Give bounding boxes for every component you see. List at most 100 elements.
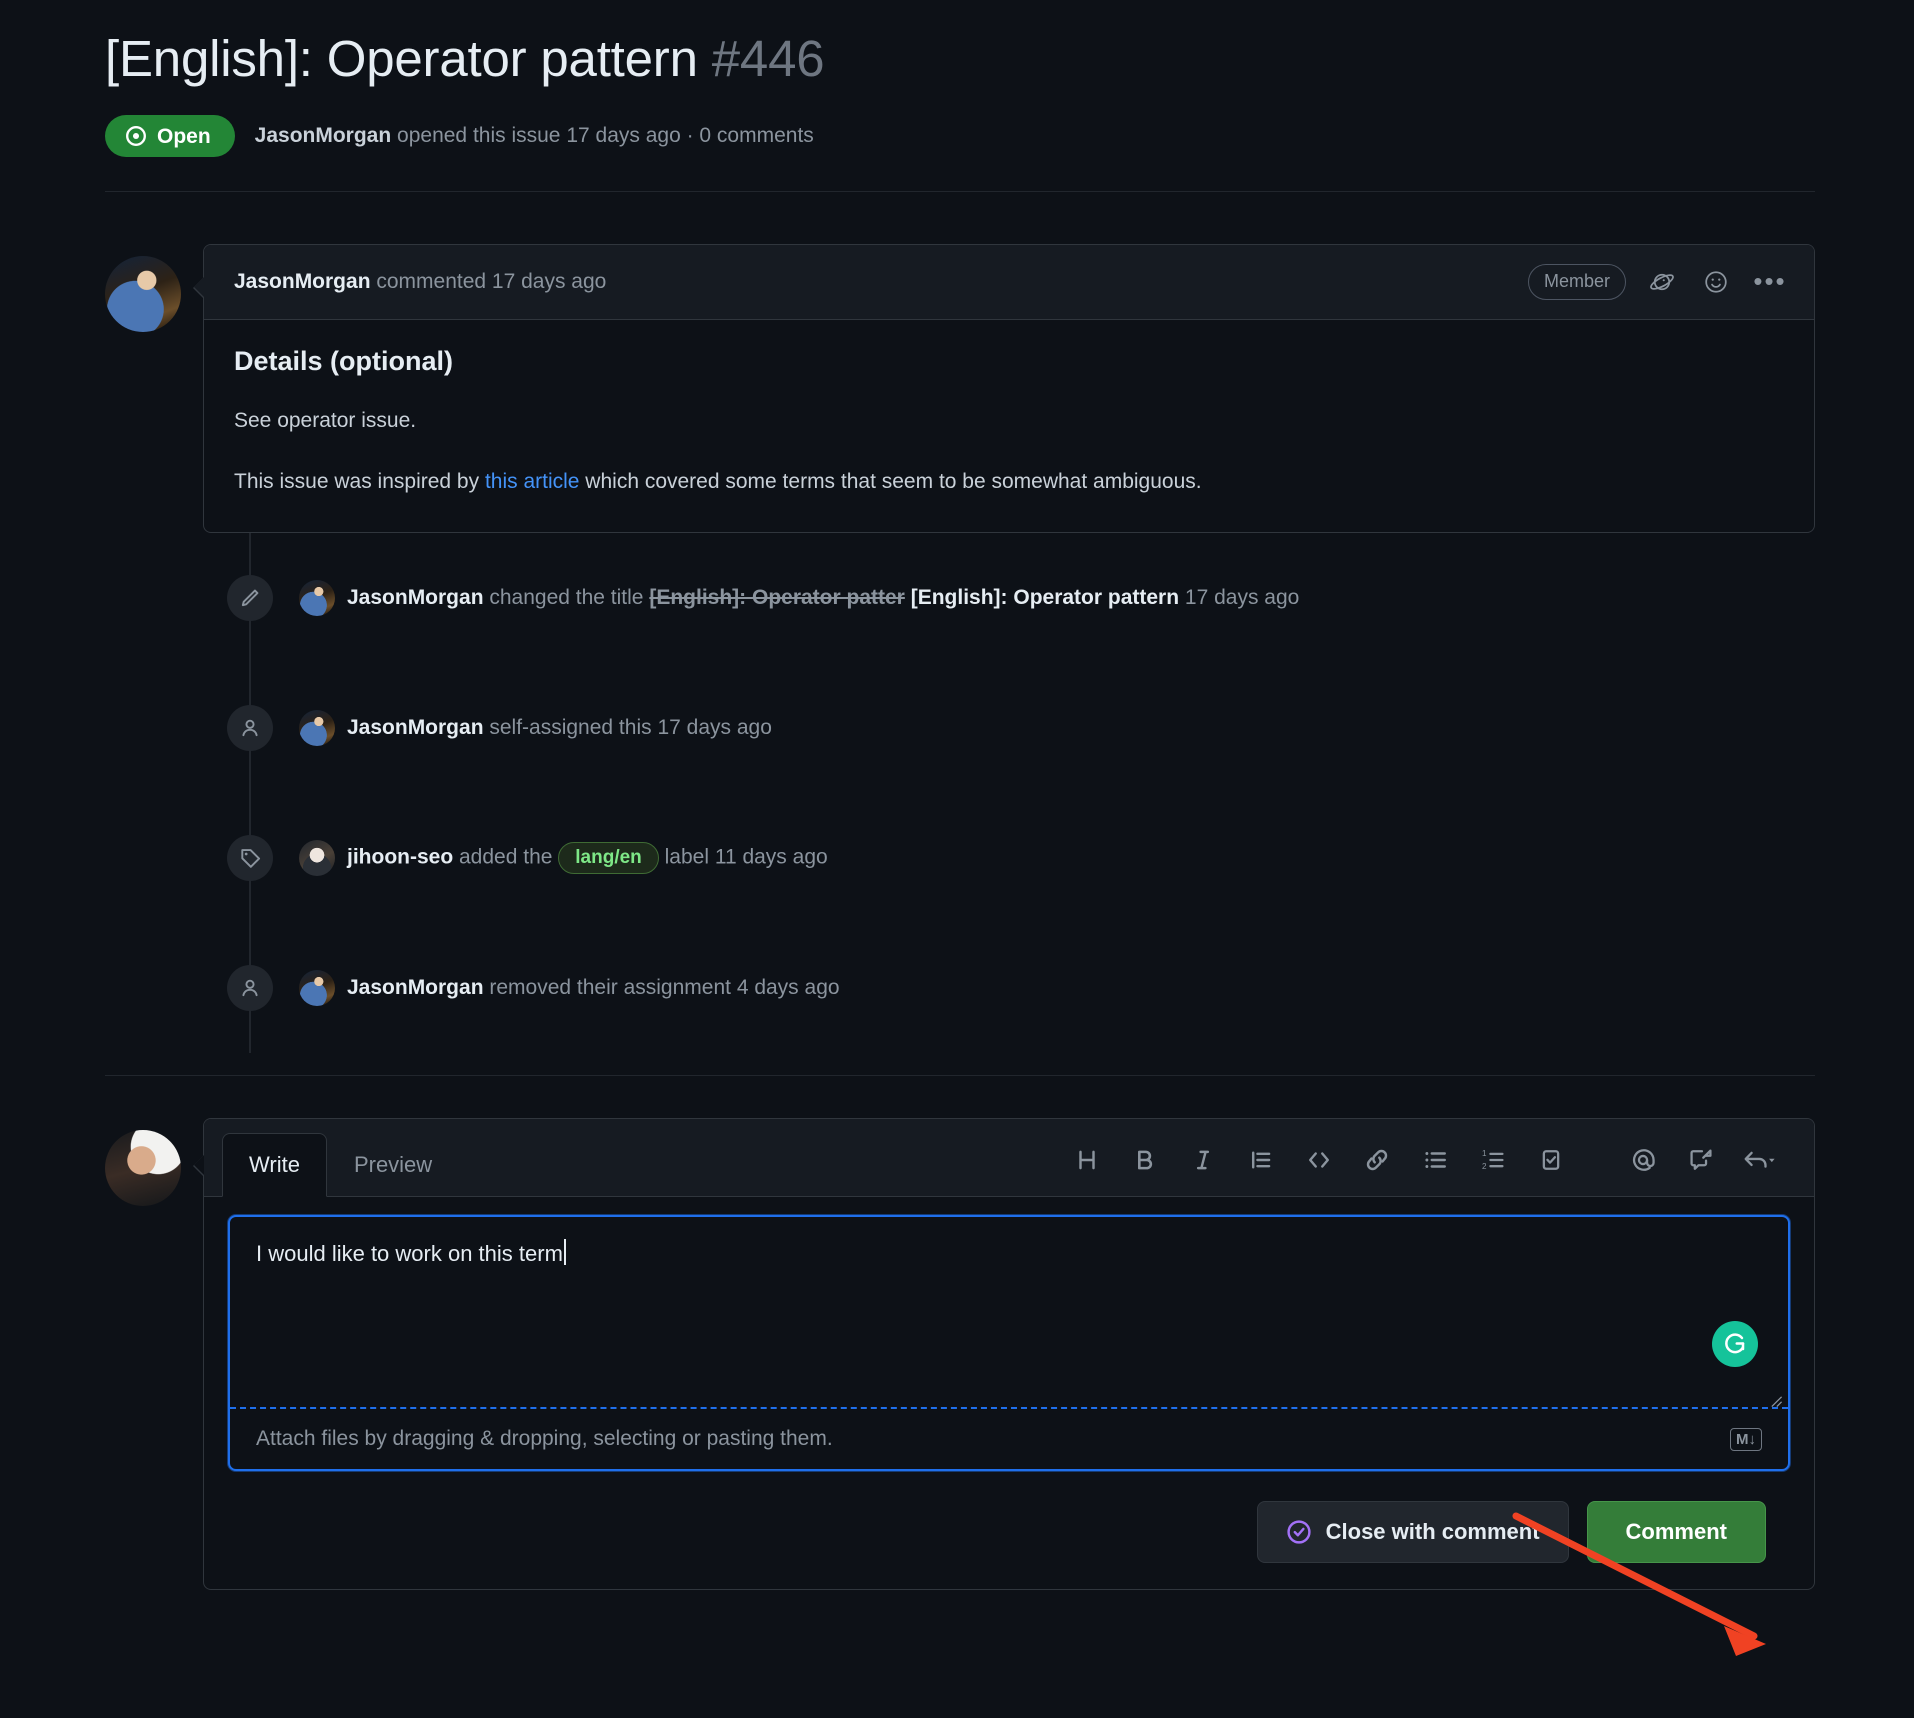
ordered-list-icon[interactable]: 12 xyxy=(1464,1136,1522,1184)
avatar[interactable] xyxy=(105,256,181,332)
header-divider xyxy=(105,191,1815,192)
page-title: [English]: Operator pattern #446 xyxy=(105,28,1914,89)
comment-menu-icon[interactable]: ••• xyxy=(1752,264,1788,300)
article-link[interactable]: this article xyxy=(485,470,580,493)
composer-inner: I would like to work on this term xyxy=(204,1197,1814,1563)
paragraph-2-pre: This issue was inspired by xyxy=(234,470,485,493)
attach-hint-text: Attach files by dragging & dropping, sel… xyxy=(256,1427,833,1451)
status-badge-label: Open xyxy=(157,126,211,147)
paragraph-2-post: which covered some terms that seem to be… xyxy=(579,470,1201,493)
close-with-comment-label: Close with comment xyxy=(1326,1521,1540,1543)
event-text: JasonMorgan changed the title [English]:… xyxy=(347,586,1299,610)
event-content: JasonMorgan removed their assignment 4 d… xyxy=(299,970,840,1006)
task-list-icon[interactable] xyxy=(1522,1136,1580,1184)
event-actor[interactable]: jihoon-seo xyxy=(347,846,453,869)
tab-preview[interactable]: Preview xyxy=(327,1133,459,1197)
italic-icon[interactable] xyxy=(1174,1136,1232,1184)
event-time: 17 days ago xyxy=(1179,586,1299,609)
attach-files-row[interactable]: Attach files by dragging & dropping, sel… xyxy=(230,1409,1788,1469)
pencil-icon xyxy=(227,575,273,621)
composer-actions: Close with comment Comment xyxy=(228,1471,1790,1563)
timeline: JasonMorgan commented 17 days ago Member xyxy=(0,244,1914,1590)
person-icon xyxy=(227,705,273,751)
person-icon xyxy=(227,965,273,1011)
comment-input-wrapper: I would like to work on this term xyxy=(228,1215,1790,1471)
event-action: removed their assignment 4 days ago xyxy=(484,976,840,999)
timeline-event-title-changed: JasonMorgan changed the title [English]:… xyxy=(105,533,1914,663)
event-action: added the xyxy=(453,846,558,869)
comment-textarea[interactable]: I would like to work on this term xyxy=(230,1217,1788,1409)
role-badge: Member xyxy=(1528,264,1626,299)
event-time: label 11 days ago xyxy=(659,846,828,869)
timeline-event-self-assigned: JasonMorgan self-assigned this 17 days a… xyxy=(105,663,1914,793)
markdown-icon[interactable]: M↓ xyxy=(1730,1428,1762,1451)
issue-meta: JasonMorgan opened this issue 17 days ag… xyxy=(255,124,814,148)
issue-meta-text: opened this issue 17 days ago · 0 commen… xyxy=(391,124,814,147)
issue-opened-icon xyxy=(125,125,147,147)
tab-write[interactable]: Write xyxy=(222,1133,327,1197)
issue-author[interactable]: JasonMorgan xyxy=(255,124,392,147)
comment-heading: Details (optional) xyxy=(234,346,1784,377)
link-icon[interactable] xyxy=(1348,1136,1406,1184)
comment-timestamp: commented 17 days ago xyxy=(371,270,607,293)
svg-text:1: 1 xyxy=(1482,1149,1487,1158)
event-text: jihoon-seo added the lang/en label 11 da… xyxy=(347,842,828,874)
status-badge: Open xyxy=(105,115,235,157)
avatar[interactable] xyxy=(299,580,335,616)
issue-page: [English]: Operator pattern #446 Open Ja… xyxy=(0,0,1914,1718)
event-actor[interactable]: JasonMorgan xyxy=(347,586,484,609)
event-action: changed the title xyxy=(484,586,650,609)
markdown-toolbar: 12 xyxy=(1058,1136,1788,1196)
reference-reply-icon[interactable] xyxy=(1730,1136,1788,1184)
mention-icon[interactable] xyxy=(1614,1136,1672,1184)
event-actor[interactable]: JasonMorgan xyxy=(347,716,484,739)
composer-divider xyxy=(105,1075,1815,1076)
comment-paragraph-1: See operator issue. xyxy=(234,405,1784,438)
close-issue-icon xyxy=(1286,1519,1312,1545)
comment-card: JasonMorgan commented 17 days ago Member xyxy=(203,244,1815,533)
old-title: [English]: Operator patter xyxy=(649,586,905,609)
heading-icon[interactable] xyxy=(1058,1136,1116,1184)
quote-icon[interactable] xyxy=(1232,1136,1290,1184)
avatar[interactable] xyxy=(105,1130,181,1206)
tag-icon xyxy=(227,835,273,881)
timeline-event-label-added: jihoon-seo added the lang/en label 11 da… xyxy=(105,793,1914,923)
issue-subheader: Open JasonMorgan opened this issue 17 da… xyxy=(105,115,1914,157)
comment-header-actions: Member xyxy=(1528,264,1788,300)
comment-paragraph-2: This issue was inspired by this article … xyxy=(234,466,1784,499)
unordered-list-icon[interactable] xyxy=(1406,1136,1464,1184)
comment-textarea-value: I would like to work on this term xyxy=(256,1241,563,1266)
avatar[interactable] xyxy=(299,840,335,876)
timeline-event-assignment-removed: JasonMorgan removed their assignment 4 d… xyxy=(105,923,1914,1053)
resize-handle[interactable] xyxy=(1769,1388,1783,1402)
comment-author[interactable]: JasonMorgan xyxy=(234,270,371,293)
label-chip[interactable]: lang/en xyxy=(558,842,659,874)
event-content: jihoon-seo added the lang/en label 11 da… xyxy=(299,840,828,876)
copilot-icon[interactable] xyxy=(1644,264,1680,300)
comment-body: Details (optional) See operator issue. T… xyxy=(204,320,1814,532)
comment-row: JasonMorgan commented 17 days ago Member xyxy=(105,244,1914,533)
comment-composer: Write Preview xyxy=(203,1118,1815,1590)
event-content: JasonMorgan self-assigned this 17 days a… xyxy=(299,710,772,746)
event-text: JasonMorgan self-assigned this 17 days a… xyxy=(347,716,772,740)
saved-reply-icon[interactable] xyxy=(1672,1136,1730,1184)
close-with-comment-button[interactable]: Close with comment xyxy=(1257,1501,1569,1563)
code-icon[interactable] xyxy=(1290,1136,1348,1184)
text-cursor xyxy=(564,1239,566,1265)
composer-row: Write Preview xyxy=(105,1118,1914,1590)
svg-text:2: 2 xyxy=(1482,1162,1487,1171)
avatar[interactable] xyxy=(299,970,335,1006)
event-content: JasonMorgan changed the title [English]:… xyxy=(299,580,1299,616)
comment-button-label: Comment xyxy=(1626,1521,1727,1543)
comment-button[interactable]: Comment xyxy=(1587,1501,1766,1563)
composer-tabs: Write Preview xyxy=(204,1119,1814,1197)
issue-header: [English]: Operator pattern #446 Open Ja… xyxy=(0,0,1914,157)
event-text: JasonMorgan removed their assignment 4 d… xyxy=(347,976,840,1000)
bold-icon[interactable] xyxy=(1116,1136,1174,1184)
add-reaction-icon[interactable] xyxy=(1698,264,1734,300)
issue-number: #446 xyxy=(712,30,825,87)
avatar[interactable] xyxy=(299,710,335,746)
event-action: self-assigned this 17 days ago xyxy=(484,716,772,739)
grammarly-icon[interactable] xyxy=(1712,1321,1758,1367)
event-actor[interactable]: JasonMorgan xyxy=(347,976,484,999)
